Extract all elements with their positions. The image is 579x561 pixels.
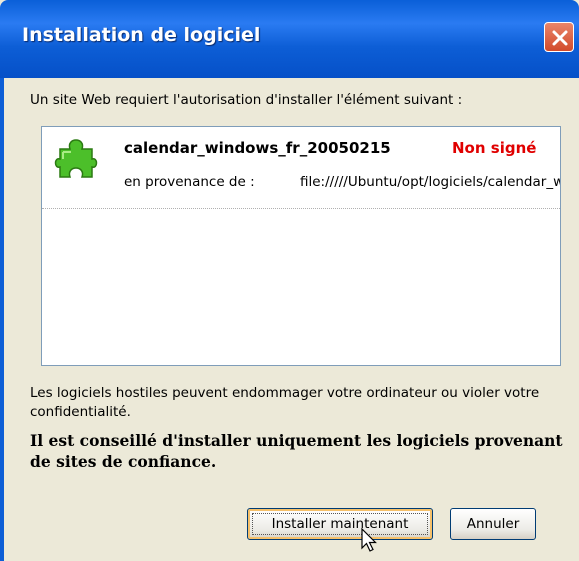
warning-text: Les logiciels hostiles peuvent endommage… [30, 385, 540, 420]
source-label: en provenance de : [124, 174, 255, 190]
cancel-button[interactable]: Annuler [450, 508, 536, 540]
item-name: calendar_windows_fr_20050215 [124, 139, 391, 157]
mouse-cursor-icon [361, 528, 377, 552]
unsigned-badge: Non signé [452, 139, 537, 157]
close-icon [552, 30, 568, 46]
focus-ring [252, 513, 428, 535]
close-button[interactable] [544, 22, 574, 52]
list-item[interactable]: calendar_windows_fr_20050215 Non signé e… [42, 127, 560, 209]
dialog-body: Un site Web requiert l'autorisation d'in… [0, 78, 579, 561]
advice-text: Il est conseillé d'installer uniquement … [30, 431, 563, 471]
install-prompt: Un site Web requiert l'autorisation d'in… [30, 92, 463, 108]
puzzle-piece-icon [54, 139, 98, 178]
title-bar[interactable]: Installation de logiciel [0, 0, 579, 78]
install-dialog: Installation de logiciel Un site Web req… [0, 0, 579, 561]
install-item-list[interactable]: calendar_windows_fr_20050215 Non signé e… [41, 126, 561, 366]
source-url: file://///Ubuntu/opt/logiciels/calendar_… [300, 174, 560, 190]
install-now-button[interactable]: Installer maintenant [247, 508, 433, 540]
window-title: Installation de logiciel [22, 24, 261, 46]
cancel-label: Annuler [466, 516, 520, 532]
